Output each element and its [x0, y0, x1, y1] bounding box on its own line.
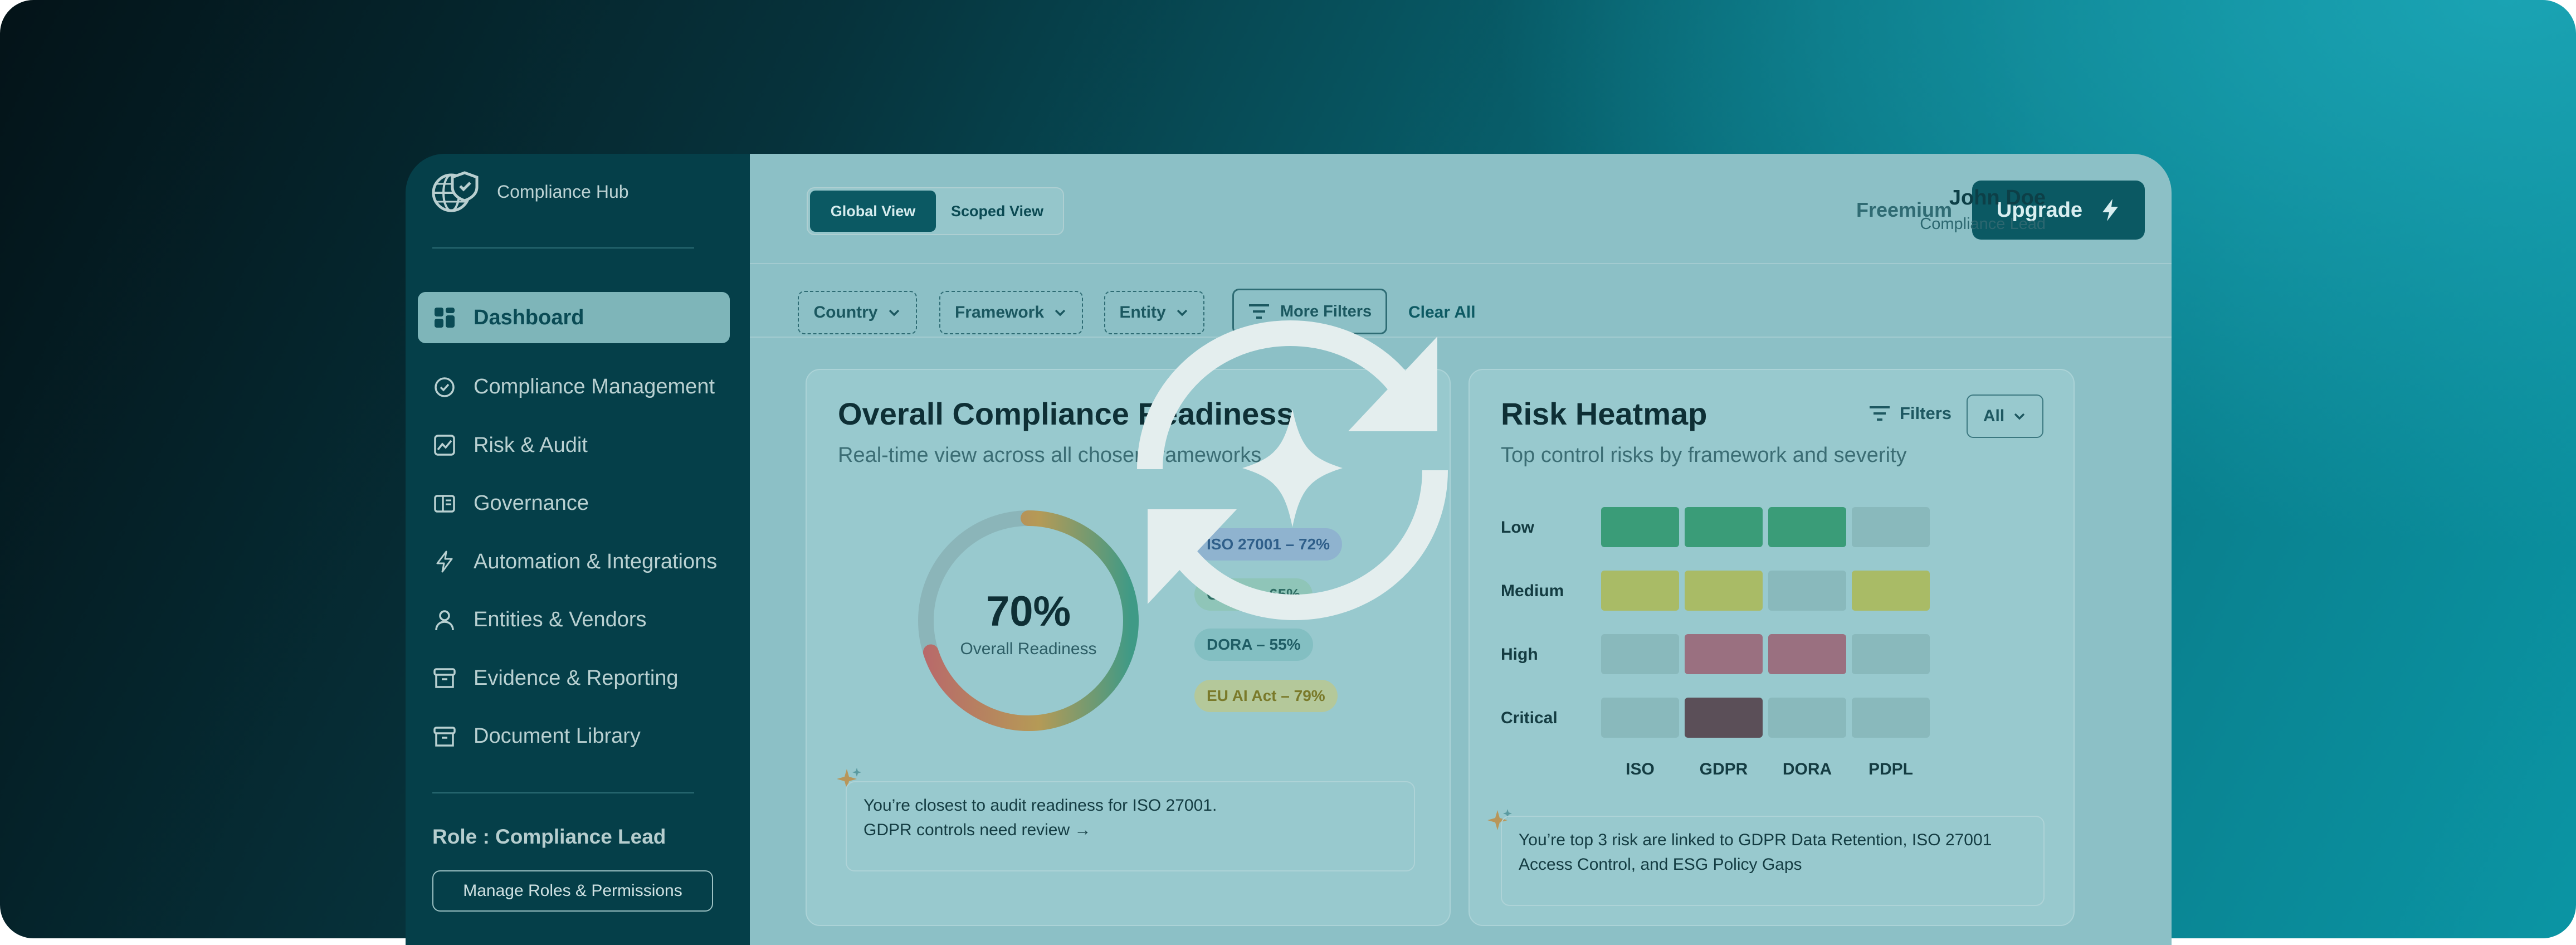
check-circle-icon — [435, 377, 455, 397]
readiness-insight[interactable]: You’re closest to audit readiness for IS… — [846, 781, 1415, 871]
readiness-value: 70% — [985, 588, 1071, 635]
chevron-down-icon — [1055, 309, 1066, 316]
heatmap-card: Risk Heatmap Top control risks by framew… — [1468, 369, 2075, 926]
filter-icon — [1870, 406, 1890, 421]
heatmap-cell[interactable] — [1685, 698, 1763, 738]
heatmap-cell[interactable] — [1685, 507, 1763, 547]
heatmap-cell[interactable] — [1601, 571, 1679, 611]
country-filter[interactable]: Country — [798, 291, 917, 334]
sidebar-nav: Dashboard Compliance Management Risk & A… — [418, 292, 730, 769]
entity-filter-label: Entity — [1119, 303, 1166, 322]
heatmap-col-label: DORA — [1782, 760, 1832, 778]
heatmap-row-label: High — [1501, 645, 1538, 664]
user-icon — [435, 610, 454, 630]
sidebar-item-label: Governance — [474, 491, 589, 515]
sidebar-divider — [432, 792, 694, 793]
sidebar-item-label: Automation & Integrations — [474, 549, 718, 573]
role-label: Role : Compliance Lead — [432, 825, 666, 848]
filter-icon — [1248, 304, 1269, 319]
sidebar-item-dashboard[interactable]: Dashboard — [418, 292, 730, 343]
insight-line: You’re top 3 risk are linked to GDPR Dat… — [1519, 831, 1992, 849]
sidebar-item-compliance-management[interactable]: Compliance Management — [418, 362, 730, 413]
heatmap-filters-button[interactable]: Filters — [1868, 403, 1951, 423]
heatmap-cell[interactable] — [1768, 571, 1846, 611]
heatmap-row-label: Low — [1501, 518, 1534, 537]
framework-filter[interactable]: Framework — [939, 291, 1083, 334]
framework-filter-label: Framework — [954, 303, 1045, 322]
app-name: Compliance Hub — [497, 181, 629, 202]
chevron-down-icon — [889, 309, 899, 316]
sidebar-divider — [432, 247, 694, 249]
heatmap-subtitle: Top control risks by framework and sever… — [1501, 444, 1907, 467]
framework-pill-eu-ai-act: EU AI Act – 79% — [1194, 680, 1338, 712]
refresh-sparkle-icon — [1137, 320, 1448, 621]
sidebar-item-entities-vendors[interactable]: Entities & Vendors — [418, 595, 730, 646]
chart-icon — [434, 435, 455, 456]
filters-label: Filters — [1900, 403, 1952, 423]
global-view-button[interactable]: Global View — [810, 191, 936, 232]
insight-line: You’re closest to audit readiness for IS… — [863, 796, 1217, 815]
sidebar-item-label: Document Library — [474, 724, 641, 748]
heatmap-col-label: PDPL — [1868, 760, 1913, 778]
framework-pill-dora: DORA – 55% — [1194, 629, 1313, 661]
sidebar-item-label: Risk & Audit — [474, 433, 588, 457]
sidebar-item-label: Evidence & Reporting — [474, 666, 679, 690]
heatmap-cell[interactable] — [1768, 507, 1846, 547]
sidebar-item-risk-audit[interactable]: Risk & Audit — [418, 420, 730, 471]
user-name: John Doe — [1949, 186, 2046, 210]
user-role: Compliance Lead — [1920, 215, 2046, 233]
heatmap-cell[interactable] — [1685, 634, 1763, 674]
heatmap-insight: You’re top 3 risk are linked to GDPR Dat… — [1501, 816, 2045, 906]
sidebar-item-governance[interactable]: Governance — [418, 478, 730, 529]
globe-shield-logo-icon — [432, 171, 479, 212]
sidebar-item-label: Entities & Vendors — [474, 608, 647, 631]
sidebar-item-evidence-reporting[interactable]: Evidence & Reporting — [418, 652, 730, 704]
heatmap-cell[interactable] — [1852, 698, 1930, 738]
heatmap-cell[interactable] — [1601, 698, 1679, 738]
readiness-value-label: Overall Readiness — [960, 640, 1097, 658]
heatmap-cell[interactable] — [1768, 698, 1846, 738]
insight-line: Access Control, and ESG Policy Gaps — [1519, 855, 1802, 874]
country-filter-label: Country — [813, 303, 878, 322]
filter-bar: Country Framework Entity More Filters Cl… — [750, 263, 2172, 338]
heatmap-cell[interactable] — [1601, 634, 1679, 674]
heatmap-cell[interactable] — [1685, 571, 1763, 611]
heatmap-cell[interactable] — [1852, 634, 1930, 674]
manage-roles-button[interactable]: Manage Roles & Permissions — [432, 870, 713, 912]
heatmap-select-value: All — [1983, 407, 2005, 425]
archive-icon — [433, 668, 456, 688]
grid-icon — [435, 308, 455, 328]
heatmap-title: Risk Heatmap — [1501, 396, 1707, 431]
chevron-down-icon — [2014, 413, 2025, 420]
clear-all-link[interactable]: Clear All — [1408, 303, 1476, 322]
insight-link[interactable]: GDPR controls need review → — [863, 818, 1397, 842]
arrow-right-icon: → — [1074, 821, 1091, 839]
heatmap-cell[interactable] — [1852, 507, 1930, 547]
book-icon — [434, 494, 455, 513]
heatmap-cell[interactable] — [1768, 634, 1846, 674]
chevron-down-icon — [1177, 309, 1187, 316]
heatmap-cell[interactable] — [1601, 507, 1679, 547]
sidebar-item-document-library[interactable]: Document Library — [418, 711, 730, 762]
heatmap-row-label: Critical — [1501, 709, 1558, 727]
view-toggle: Global View Scoped View — [807, 187, 1064, 235]
topbar: Global View Scoped View Freemium Upgrade… — [750, 154, 2172, 263]
heatmap-col-label: GDPR — [1699, 760, 1748, 778]
bolt-icon — [2102, 199, 2119, 221]
heatmap-select[interactable]: All — [1967, 394, 2043, 438]
heatmap-col-label: ISO — [1626, 760, 1655, 778]
brand[interactable]: Compliance Hub — [430, 168, 629, 215]
sidebar-item-automation-integrations[interactable]: Automation & Integrations — [418, 536, 730, 587]
archive-icon — [433, 726, 456, 747]
heatmap-row-label: Medium — [1501, 582, 1564, 600]
bolt-icon — [436, 551, 453, 573]
scoped-view-button[interactable]: Scoped View — [936, 191, 1058, 232]
sidebar-item-label: Dashboard — [474, 305, 584, 329]
sidebar-item-label: Compliance Management — [474, 375, 715, 398]
more-filters-label: More Filters — [1280, 302, 1372, 320]
heatmap-cell[interactable] — [1852, 571, 1930, 611]
sidebar: Compliance Hub Dashboard Compliance Mana… — [406, 154, 750, 945]
